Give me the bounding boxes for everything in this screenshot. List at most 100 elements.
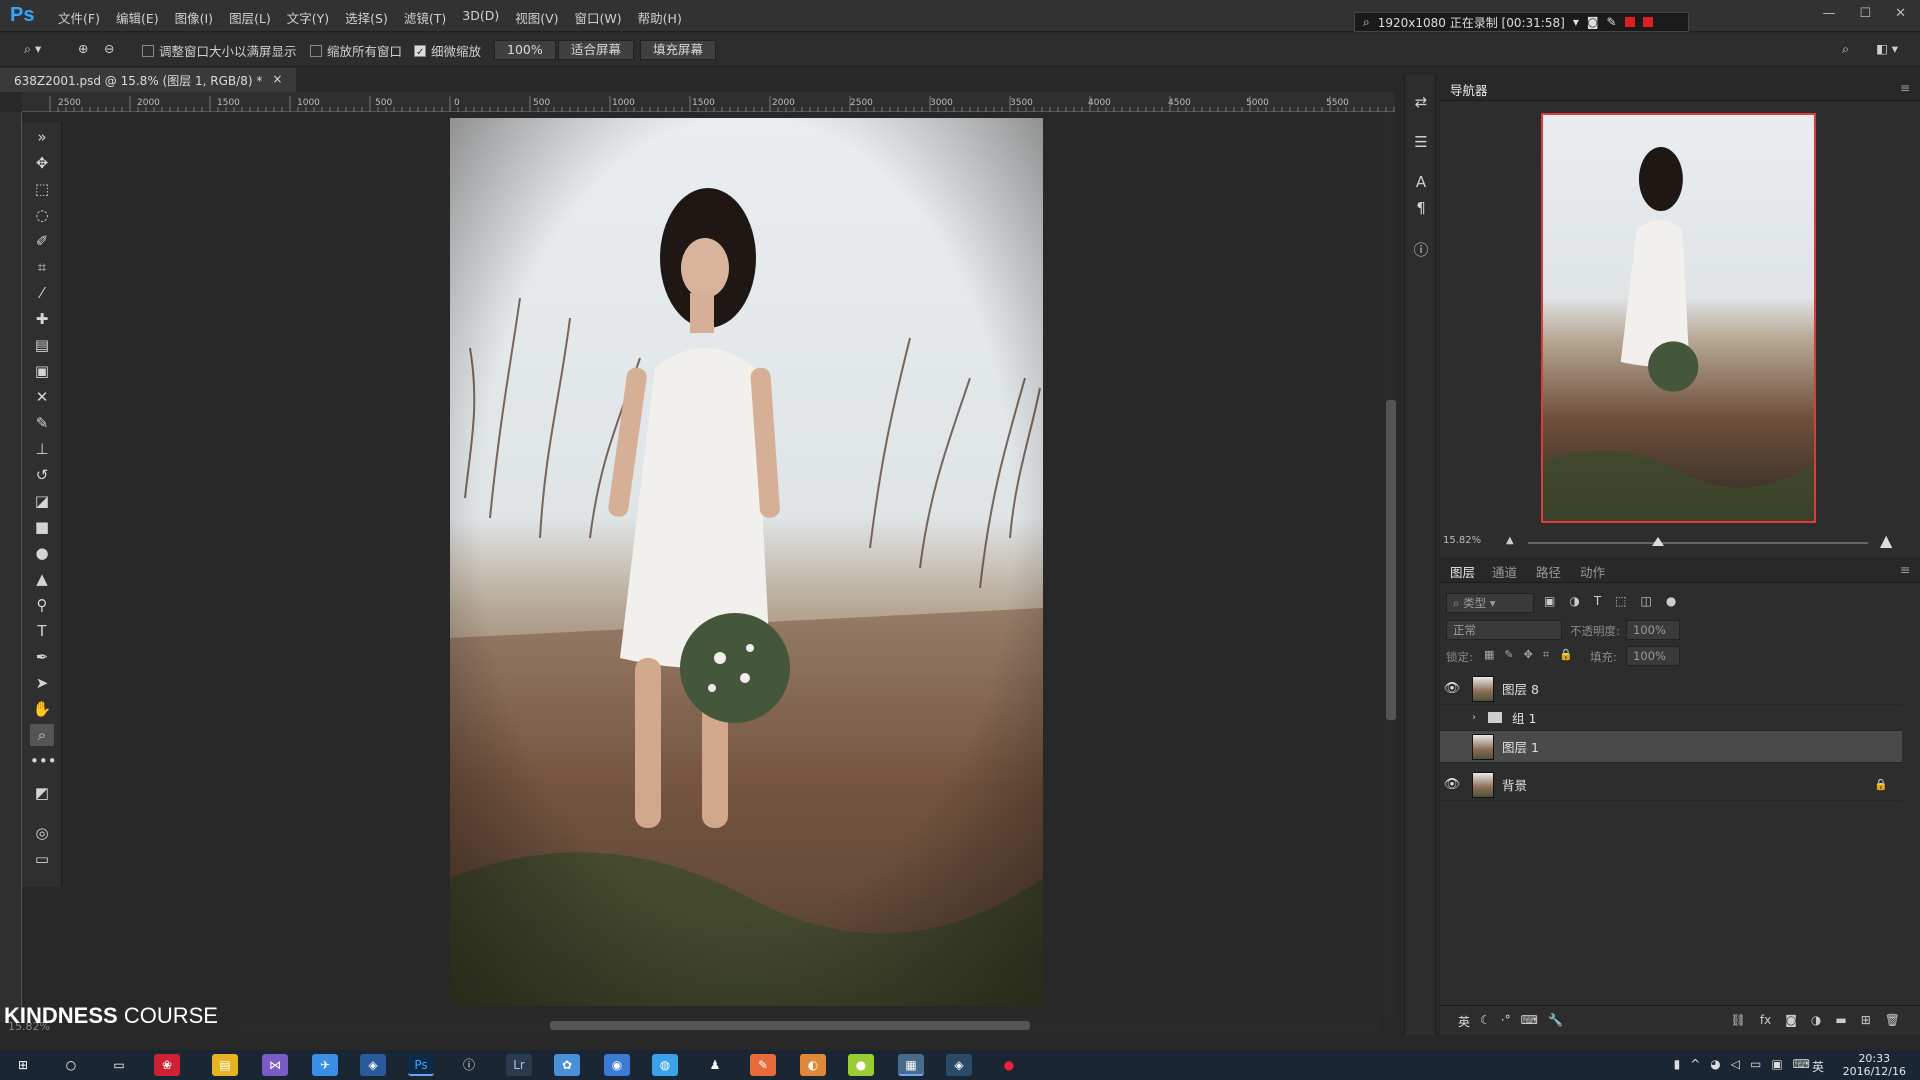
blur-tool-icon[interactable]: ●	[30, 542, 54, 564]
task-view-icon[interactable]: ▭	[106, 1054, 132, 1076]
transform-icon[interactable]: ✕	[30, 386, 54, 408]
file-explorer-icon[interactable]: ▤	[212, 1054, 238, 1076]
collapse-toolbox-icon[interactable]: »	[30, 126, 54, 148]
ime-indicator[interactable]: 英	[1812, 1058, 1824, 1075]
pen-icon[interactable]: ✎	[1607, 15, 1617, 29]
zoom-tool-icon[interactable]: ⌕	[30, 724, 54, 746]
paragraph-panel-icon[interactable]: ¶	[1411, 199, 1431, 219]
lightroom-icon[interactable]: Lr	[506, 1054, 532, 1076]
wrench-icon[interactable]: 🔧	[1548, 1013, 1563, 1030]
workspace-icon[interactable]: ◧ ▾	[1876, 41, 1898, 56]
app-icon[interactable]: ✎	[750, 1054, 776, 1076]
history-panel-icon[interactable]: ⇄	[1411, 93, 1431, 113]
record-icon[interactable]: ●	[996, 1054, 1022, 1076]
dropdown-icon[interactable]: ▾	[1573, 15, 1579, 29]
expand-chevron-icon[interactable]: ›	[1472, 712, 1476, 723]
menu-edit[interactable]: 编辑(E)	[108, 8, 167, 27]
layer-filter-select[interactable]: ⌕ 类型 ▾	[1446, 593, 1534, 613]
blend-mode-select[interactable]: 正常	[1446, 620, 1562, 640]
info-app-icon[interactable]: ⓘ	[456, 1054, 482, 1076]
message-icon[interactable]: ▣	[1771, 1057, 1782, 1071]
navigator-zoom-value[interactable]: 15.82%	[1443, 535, 1481, 546]
zoom-100-button[interactable]: 100%	[494, 40, 556, 60]
app-icon[interactable]: ▦	[898, 1054, 924, 1076]
layer-row-selected[interactable]: 图层 1	[1440, 731, 1902, 763]
gradient-tool-icon[interactable]: ■	[30, 516, 54, 538]
menu-file[interactable]: 文件(F)	[50, 8, 108, 27]
menu-type[interactable]: 文字(Y)	[279, 8, 337, 27]
zoom-tool-icon[interactable]: ⌕ ▾	[24, 41, 41, 57]
menu-help[interactable]: 帮助(H)	[630, 8, 690, 27]
app-icon[interactable]: ◈	[946, 1054, 972, 1076]
app-icon[interactable]: ◐	[800, 1054, 826, 1076]
healing-brush-icon[interactable]: ✚	[30, 308, 54, 330]
layer-group-row[interactable]: › 组 1	[1440, 705, 1902, 731]
horizontal-scroll-thumb[interactable]	[550, 1021, 1030, 1030]
app-icon[interactable]: ✈	[312, 1054, 338, 1076]
sharpen-tool-icon[interactable]: ▲	[30, 568, 54, 590]
new-layer-icon[interactable]: ⊞	[1861, 1013, 1871, 1027]
wechat-icon[interactable]: ◕	[1710, 1057, 1720, 1071]
resize-windows-checkbox[interactable]	[142, 44, 154, 57]
marquee-tool-icon[interactable]: ⬚	[30, 178, 54, 200]
move-tool-icon[interactable]: ✥	[30, 152, 54, 174]
chevron-up-icon[interactable]: ^	[1690, 1057, 1700, 1071]
filter-toggle-icon[interactable]: ●	[1666, 594, 1676, 608]
content-aware-icon[interactable]: ▣	[30, 360, 54, 382]
magnifier-icon[interactable]: ⌕	[1363, 15, 1370, 30]
menu-3d[interactable]: 3D(D)	[454, 8, 507, 27]
pause-icon[interactable]	[1624, 17, 1635, 27]
tab-layers[interactable]: 图层	[1450, 562, 1475, 581]
pen-tool-icon[interactable]: ✒	[30, 646, 54, 668]
menu-filter[interactable]: 滤镜(T)	[396, 8, 454, 27]
panel-menu-icon[interactable]: ≡	[1900, 80, 1910, 95]
lock-artboard-icon[interactable]: ⌗	[1543, 648, 1549, 662]
smart-object-filter-icon[interactable]: ◫	[1641, 594, 1652, 608]
volume-icon[interactable]: ◁	[1731, 1057, 1740, 1071]
zoom-out-icon[interactable]: ⊖	[104, 41, 114, 56]
fit-screen-button[interactable]: 适合屏幕	[558, 40, 635, 60]
menu-view[interactable]: 视图(V)	[507, 8, 566, 27]
document-image[interactable]	[450, 118, 1043, 1006]
app-icon[interactable]: ❀	[154, 1054, 180, 1076]
zoom-out-small-icon[interactable]: ▲	[1506, 535, 1514, 546]
tab-navigator[interactable]: 导航器	[1450, 80, 1488, 99]
close-tab-icon[interactable]: ×	[272, 72, 282, 88]
navigator-zoom-knob[interactable]	[1652, 537, 1664, 546]
patch-tool-icon[interactable]: ▤	[30, 334, 54, 356]
tab-actions[interactable]: 动作	[1580, 562, 1605, 581]
eraser-tool-icon[interactable]: ◪	[30, 490, 54, 512]
zoom-in-large-icon[interactable]: ▲	[1880, 531, 1892, 550]
lock-transparency-icon[interactable]: ▦	[1484, 648, 1494, 662]
tab-channels[interactable]: 通道	[1492, 562, 1517, 581]
opacity-input[interactable]: 100%	[1626, 620, 1680, 640]
color-swatches-icon[interactable]: ◩	[30, 782, 54, 804]
layer-row-background[interactable]: 👁 背景 🔒	[1440, 769, 1902, 801]
moon-icon[interactable]: ☾	[1480, 1013, 1491, 1030]
type-filter-icon[interactable]: T	[1594, 594, 1601, 608]
camera-icon[interactable]: ◙	[1587, 15, 1599, 29]
more-tools-icon[interactable]: •••	[30, 750, 57, 772]
eyedropper-icon[interactable]: ⁄	[30, 282, 54, 304]
delete-layer-icon[interactable]: 🗑	[1885, 1013, 1900, 1027]
info-panel-icon[interactable]: ⓘ	[1411, 239, 1431, 259]
app-icon[interactable]: ●	[848, 1054, 874, 1076]
navigator-zoom-slider[interactable]	[1528, 542, 1868, 544]
properties-panel-icon[interactable]: ☰	[1411, 133, 1431, 153]
menu-window[interactable]: 窗口(W)	[567, 8, 630, 27]
search-circle-icon[interactable]: ○	[58, 1054, 84, 1076]
fx-icon[interactable]: fx	[1760, 1013, 1771, 1027]
type-tool-icon[interactable]: T	[30, 620, 54, 642]
shape-filter-icon[interactable]: ⬚	[1615, 594, 1626, 608]
search-icon[interactable]: ⌕	[1842, 41, 1849, 57]
crop-tool-icon[interactable]: ⌗	[30, 256, 54, 278]
hand-tool-icon[interactable]: ✋	[30, 698, 54, 720]
lock-pixels-icon[interactable]: ✎	[1504, 648, 1513, 662]
quick-selection-icon[interactable]: ✐	[30, 230, 54, 252]
app-icon[interactable]: ✿	[554, 1054, 580, 1076]
adjustment-filter-icon[interactable]: ◑	[1569, 594, 1579, 608]
scrubby-zoom-checkbox[interactable]	[414, 44, 426, 57]
browser-icon[interactable]: ◉	[604, 1054, 630, 1076]
lasso-tool-icon[interactable]: ◌	[30, 204, 54, 226]
lock-all-icon[interactable]: 🔒	[1559, 648, 1573, 662]
